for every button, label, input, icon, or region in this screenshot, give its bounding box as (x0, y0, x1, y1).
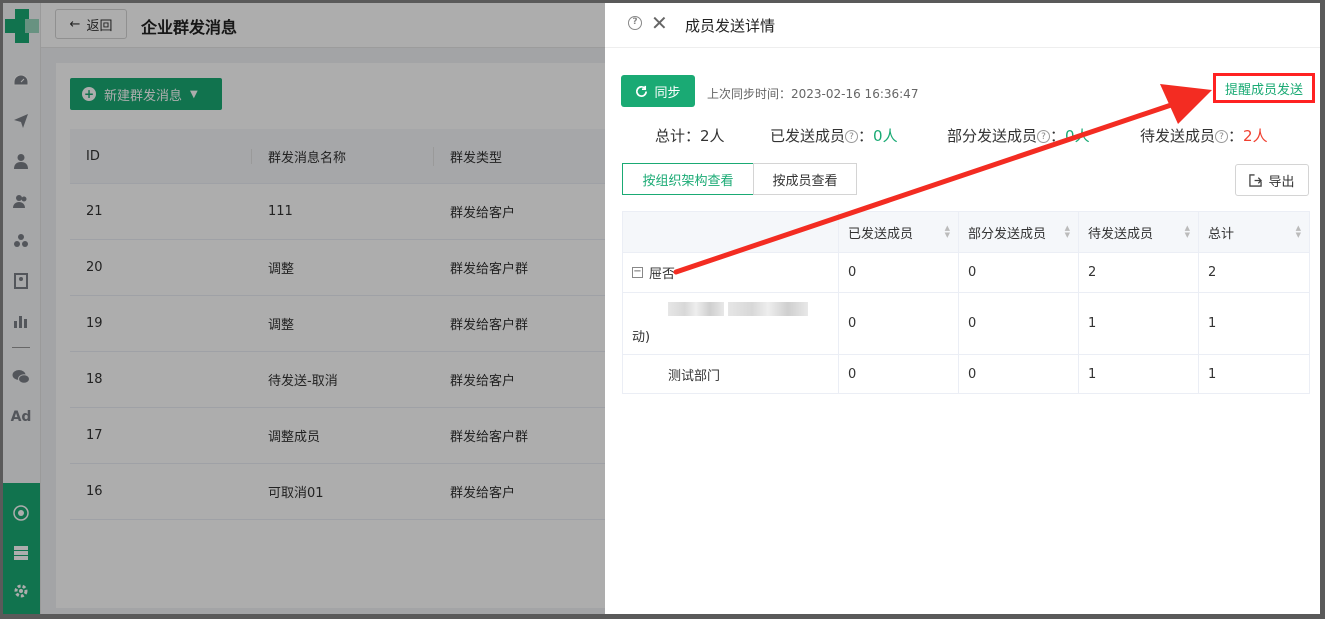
refresh-icon (636, 85, 648, 97)
column-header-total[interactable]: 总计 ▲ ▼ (1199, 212, 1309, 252)
column-header-sent[interactable]: 已发送成员 ▲ ▼ (839, 212, 959, 252)
stat-partial: 部分发送成员? ：0人 (947, 127, 1090, 145)
stat-pending: 待发送成员? ：2人 (1140, 127, 1268, 145)
table-header-row: 已发送成员 ▲ ▼ 部分发送成员 ▲ ▼ 待发送成员 ▲ ▼ 总计 ▲ ▼ (623, 212, 1309, 253)
stat-total: 总计：2人 (655, 127, 725, 145)
table-row[interactable]: − 屉否 0 0 2 2 (623, 253, 1309, 293)
member-send-detail-drawer: ? ✕ 成员发送详情 同步 上次同步时间：2023-02-16 16:36:47… (605, 3, 1320, 614)
sync-button[interactable]: 同步 (621, 75, 695, 107)
app-window: Ad ← 返回 企业群发消息 + 新建群发消息 ▼ ID 群发消息名称 群发类型… (3, 3, 1320, 614)
stat-sent: 已发送成员? ：0人 (770, 127, 898, 145)
column-header-pending[interactable]: 待发送成员 ▲ ▼ (1079, 212, 1199, 252)
member-detail-table: 已发送成员 ▲ ▼ 部分发送成员 ▲ ▼ 待发送成员 ▲ ▼ 总计 ▲ ▼ − 屉否 0 0 2 … (622, 211, 1310, 394)
export-icon (1249, 173, 1263, 187)
last-sync-time: 上次同步时间：2023-02-16 16:36:47 (707, 87, 919, 101)
remind-members-button[interactable]: 提醒成员发送 (1213, 73, 1315, 103)
question-icon[interactable]: ? (1037, 130, 1051, 143)
table-row[interactable]: 测试部门 0 0 1 1 (623, 355, 1309, 393)
sort-icon[interactable]: ▲ ▼ (1296, 225, 1301, 239)
close-icon[interactable]: ✕ (651, 11, 668, 35)
sort-icon[interactable]: ▲ ▼ (1065, 225, 1070, 239)
sort-icon[interactable]: ▲ ▼ (945, 225, 950, 239)
question-icon[interactable]: ? (1215, 130, 1229, 143)
export-button[interactable]: 导出 (1235, 164, 1309, 196)
sort-icon[interactable]: ▲ ▼ (1185, 225, 1190, 239)
blurred-name (668, 302, 808, 316)
modal-mask[interactable] (3, 3, 605, 614)
drawer-header: ? ✕ 成员发送详情 (605, 3, 1320, 48)
drawer-title: 成员发送详情 (685, 17, 776, 35)
table-row[interactable]: 动) 0 0 1 1 (623, 293, 1309, 355)
column-header-partial[interactable]: 部分发送成员 ▲ ▼ (959, 212, 1079, 252)
help-icon[interactable]: ? (628, 16, 642, 30)
tab-by-org[interactable]: 按组织架构查看 (622, 163, 754, 195)
collapse-icon[interactable]: − (632, 267, 643, 278)
tab-by-member[interactable]: 按成员查看 (753, 163, 857, 195)
column-header (623, 212, 839, 252)
question-icon[interactable]: ? (845, 130, 859, 143)
